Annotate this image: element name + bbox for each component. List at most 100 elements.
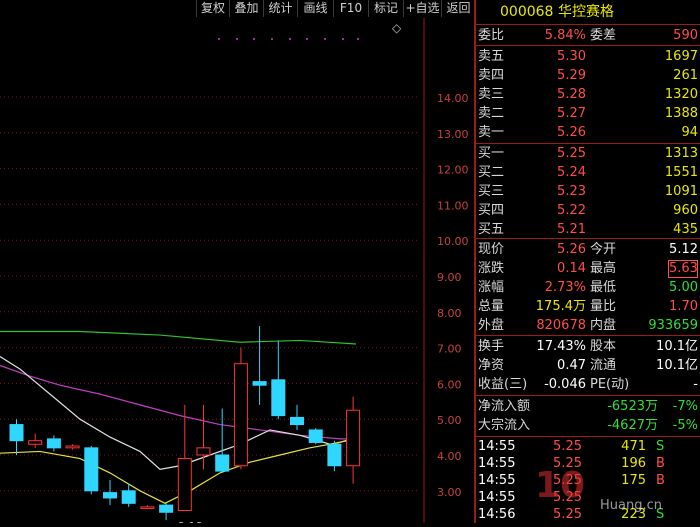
eps-value: -0.046 bbox=[544, 377, 586, 392]
tick-time: 14:55 bbox=[478, 473, 516, 488]
tick-row: 14:55 5.25 196 B bbox=[476, 455, 700, 472]
order-volume: 1388 bbox=[664, 106, 698, 121]
net-assets-label: 净资 bbox=[478, 358, 505, 373]
tick-time: 14:55 bbox=[478, 456, 516, 471]
tick-volume: 196 bbox=[621, 456, 646, 471]
tick-row: 14:55 5.25 175 B bbox=[476, 472, 700, 489]
weibi-label: 委比 bbox=[478, 28, 505, 43]
order-volume: 960 bbox=[673, 203, 698, 218]
toolbar-button-back[interactable]: 返回 bbox=[441, 0, 475, 17]
price-axis-label: 5.00 bbox=[437, 414, 462, 427]
change-percent-label: 涨幅 bbox=[478, 280, 505, 295]
candle-body bbox=[252, 381, 267, 386]
pe-ratio-label: PE(动) bbox=[590, 377, 630, 392]
outer-volume-value: 820678 bbox=[536, 318, 586, 333]
order-label: 买五 bbox=[478, 222, 505, 237]
open-price-label: 今开 bbox=[590, 242, 617, 257]
flow-row: 大宗流入 -4627万 -5% bbox=[476, 416, 700, 435]
diamond-marker: ◇ bbox=[392, 21, 402, 35]
fundamental-row: 净资 0.47 流通 10.1亿 bbox=[476, 356, 700, 375]
stock-code: 000068 bbox=[500, 4, 554, 20]
change-label: 涨跌 bbox=[478, 261, 505, 276]
volume-ratio-label: 量比 bbox=[590, 299, 617, 314]
price-axis-label: 4.00 bbox=[437, 450, 462, 463]
buy-row: 买一 5.25 1313 bbox=[476, 144, 700, 163]
order-label: 卖二 bbox=[478, 106, 505, 121]
order-label: 卖一 bbox=[478, 125, 505, 140]
order-volume: 94 bbox=[681, 125, 698, 140]
float-shares-label: 流通 bbox=[590, 358, 617, 373]
price-axis-label: 12.00 bbox=[437, 164, 469, 177]
order-label: 卖五 bbox=[478, 49, 505, 64]
toolbar-button-draw-line[interactable]: 画线 bbox=[297, 0, 333, 17]
order-price: 5.29 bbox=[557, 68, 586, 83]
price-axis-label: 14.00 bbox=[437, 92, 469, 105]
order-label: 买四 bbox=[478, 203, 505, 218]
marker-dot bbox=[289, 38, 291, 40]
flow-row: 净流入额 -6523万 -7% bbox=[476, 397, 700, 416]
candle-body bbox=[103, 492, 117, 499]
tick-volume: 175 bbox=[621, 473, 646, 488]
order-label: 卖三 bbox=[478, 87, 505, 102]
order-volume: 1697 bbox=[664, 49, 698, 64]
stock-header: 000068 华控赛格 bbox=[476, 1, 700, 23]
chart-toolbar: 复权 叠加 统计 画线 F10 标记 +自选 返回 bbox=[0, 0, 476, 18]
float-shares-value: 10.1亿 bbox=[656, 358, 698, 373]
candle-body bbox=[28, 440, 43, 445]
current-price-label: 现价 bbox=[478, 242, 505, 257]
divider bbox=[476, 335, 700, 336]
weibi-row: 委比 5.84% 委差 590 bbox=[476, 26, 700, 45]
quote-row: 涨跌 0.14 最高 5.63 bbox=[476, 259, 700, 278]
flow-value: -4627万 bbox=[607, 418, 658, 433]
marker-dot bbox=[324, 38, 326, 40]
ma-short-line bbox=[0, 356, 357, 470]
buy-row: 买五 5.21 435 bbox=[476, 220, 700, 239]
volume-ratio-value: 1.70 bbox=[669, 299, 698, 314]
watermark-text: Huang.cn bbox=[600, 498, 662, 513]
weicha-value: 590 bbox=[673, 28, 698, 43]
candlestick-chart[interactable]: 14.00 13.00 12.00 11.00 10.00 9.00 8.00 7.00 6.0… bbox=[0, 18, 476, 527]
order-label: 买三 bbox=[478, 184, 505, 199]
change-percent-value: 2.73% bbox=[544, 280, 586, 295]
divider bbox=[476, 45, 700, 46]
total-volume-label: 总量 bbox=[478, 299, 505, 314]
order-volume: 1320 bbox=[664, 87, 698, 102]
candle-body bbox=[346, 409, 361, 467]
outer-volume-label: 外盘 bbox=[478, 318, 505, 333]
inner-volume-label: 内盘 bbox=[590, 318, 617, 333]
high-price-label: 最高 bbox=[590, 261, 617, 276]
sell-row: 卖一 5.26 94 bbox=[476, 123, 700, 142]
toolbar-button-f10[interactable]: F10 bbox=[333, 0, 368, 17]
order-volume: 435 bbox=[673, 222, 698, 237]
toolbar-button-statistics[interactable]: 统计 bbox=[263, 0, 297, 17]
tick-time: 14:55 bbox=[478, 490, 516, 505]
quote-row: 外盘 820678 内盘 933659 bbox=[476, 316, 700, 335]
candle-body bbox=[177, 458, 192, 511]
order-price: 5.26 bbox=[557, 125, 586, 140]
order-price: 5.27 bbox=[557, 106, 586, 121]
divider bbox=[476, 436, 700, 437]
marker-dot bbox=[271, 38, 273, 40]
candle-body bbox=[271, 379, 286, 417]
divider bbox=[476, 395, 700, 396]
flow-label: 净流入额 bbox=[478, 399, 531, 414]
toolbar-button-mark[interactable]: 标记 bbox=[368, 0, 403, 17]
marker-dot bbox=[218, 38, 220, 40]
quote-row: 现价 5.26 今开 5.12 bbox=[476, 240, 700, 259]
flow-percent: -7% bbox=[672, 399, 698, 414]
candle-body bbox=[140, 506, 155, 509]
weicha-label: 委差 bbox=[590, 28, 617, 43]
sell-row: 卖二 5.27 1388 bbox=[476, 104, 700, 123]
low-price-value: 5.00 bbox=[669, 280, 698, 295]
candle-body bbox=[46, 438, 61, 449]
quote-row: 涨幅 2.73% 最低 5.00 bbox=[476, 278, 700, 297]
toolbar-button-restore-rights[interactable]: 复权 bbox=[196, 0, 229, 17]
net-assets-value: 0.47 bbox=[557, 358, 586, 373]
tick-side: B bbox=[656, 456, 665, 471]
toolbar-button-add-favorite[interactable]: +自选 bbox=[403, 0, 441, 17]
divider bbox=[476, 24, 700, 25]
watermark-logo: 10 bbox=[535, 465, 586, 506]
quote-panel: 000068 华控赛格 委比 5.84% 委差 590 卖五 5.30 1697 卖四… bbox=[476, 0, 700, 523]
candle-body bbox=[290, 416, 304, 426]
toolbar-button-overlay[interactable]: 叠加 bbox=[229, 0, 263, 17]
